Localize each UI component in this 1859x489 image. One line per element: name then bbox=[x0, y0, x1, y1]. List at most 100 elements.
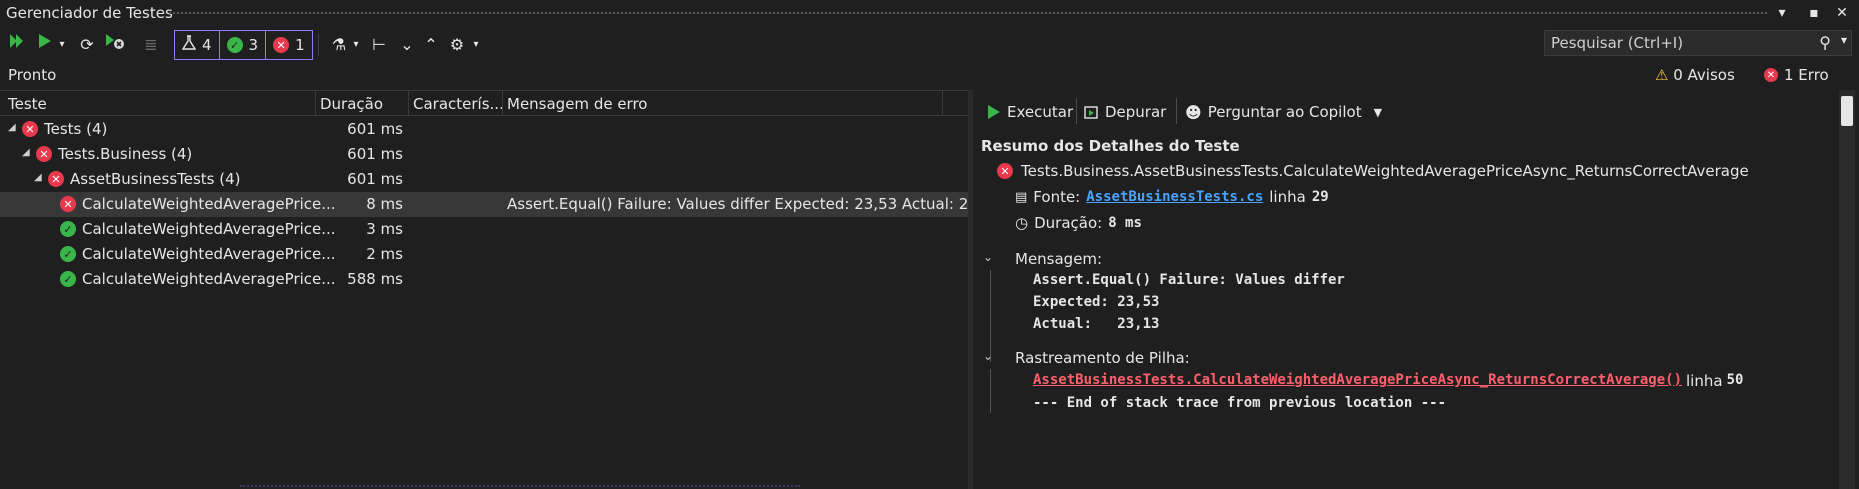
column-duration[interactable]: Duração bbox=[320, 95, 383, 113]
hierarchy-icon[interactable]: ⊢ bbox=[368, 32, 390, 58]
toolbar: ▾ ⟳ ≣ 4 ✓ 3 ✕ 1 ⚗ ▾ ⊢ ⌄ ⌃ ⚙ ▾ Pesquisar … bbox=[0, 28, 1859, 62]
stack-frame: AssetBusinessTests.CalculateWeightedAver… bbox=[1033, 372, 1744, 390]
message-label: Mensagem: bbox=[1015, 250, 1103, 268]
debug-icon bbox=[1084, 106, 1098, 119]
error-icon: ✕ bbox=[22, 121, 38, 137]
test-name: Tests (4) bbox=[44, 120, 108, 138]
test-counts: 4 ✓ 3 ✕ 1 bbox=[174, 30, 313, 60]
test-duration: 3 ms bbox=[366, 220, 403, 238]
test-full-name-row: ✕ Tests.Business.AssetBusinessTests.Calc… bbox=[997, 162, 1749, 180]
collapse-message-icon[interactable]: ⌄ bbox=[983, 250, 993, 264]
failed-tests-filter[interactable]: ✕ 1 bbox=[265, 31, 312, 59]
source-file-link[interactable]: AssetBusinessTests.cs bbox=[1086, 189, 1263, 205]
stack-method-link[interactable]: AssetBusinessTests.CalculateWeightedAver… bbox=[1033, 372, 1682, 390]
settings-dropdown-icon[interactable]: ▾ bbox=[470, 32, 482, 58]
run-icon[interactable] bbox=[34, 32, 56, 58]
message-line: Expected: 23,53 bbox=[1033, 294, 1160, 310]
table-row[interactable]: ✕ CalculateWeightedAveragePrice... 8 ms Ass… bbox=[0, 192, 1002, 217]
maximize-button[interactable]: ▪ bbox=[1803, 3, 1825, 23]
table-row[interactable]: ◢ ✕ Tests (4) 601 ms bbox=[0, 117, 968, 142]
status-text: Pronto bbox=[8, 66, 57, 84]
test-duration: 2 ms bbox=[366, 245, 403, 263]
errors-filter[interactable]: ✕ 1 Erro bbox=[1764, 66, 1829, 84]
test-detail-panel: Executar Depurar ☻ Perguntar ao Copilot … bbox=[973, 90, 1859, 489]
repeat-run-icon[interactable]: ⟳ bbox=[76, 32, 98, 58]
check-icon: ✓ bbox=[226, 37, 243, 53]
run-button[interactable]: Executar bbox=[987, 100, 1073, 124]
check-icon: ✓ bbox=[60, 271, 76, 287]
column-traits[interactable]: Caracterís... bbox=[413, 95, 504, 113]
stack-trace-label: Rastreamento de Pilha: bbox=[1015, 349, 1190, 367]
run-all-icon[interactable] bbox=[6, 32, 28, 58]
flask-icon bbox=[181, 35, 197, 55]
title-bar: Gerenciador de Testes ▾ ▪ ✕ bbox=[0, 0, 1859, 26]
test-name: AssetBusinessTests (4) bbox=[70, 170, 241, 188]
test-name: CalculateWeightedAveragePrice... bbox=[82, 270, 336, 288]
search-options-icon[interactable]: ▾ bbox=[1841, 33, 1847, 47]
test-duration: 588 ms bbox=[347, 270, 403, 288]
search-icon[interactable]: ⚲ bbox=[1819, 33, 1831, 52]
table-row[interactable]: ◢ ✕ Tests.Business (4) 601 ms bbox=[0, 142, 968, 167]
ask-copilot-button[interactable]: ☻ Perguntar ao Copilot ▼ bbox=[1185, 100, 1382, 124]
copilot-icon: ☻ bbox=[1185, 102, 1202, 122]
playlist-icon[interactable]: ≣ bbox=[140, 32, 162, 58]
error-icon: ✕ bbox=[48, 171, 64, 187]
window-title: Gerenciador de Testes bbox=[6, 4, 173, 22]
test-name: Tests.Business (4) bbox=[58, 145, 193, 163]
table-row[interactable]: ✓ CalculateWeightedAveragePrice... 588 ms bbox=[0, 267, 968, 292]
error-message: Assert.Equal() Failure: Values differ Ex… bbox=[507, 195, 1002, 213]
passed-tests-filter[interactable]: ✓ 3 bbox=[218, 31, 266, 59]
test-name: CalculateWeightedAveragePrice... bbox=[82, 220, 336, 238]
message-line: Actual: 23,13 bbox=[1033, 316, 1160, 332]
stack-end-text: --- End of stack trace from previous loc… bbox=[1033, 395, 1447, 411]
test-full-name: Tests.Business.AssetBusinessTests.Calcul… bbox=[1021, 162, 1749, 180]
collapse-all-icon[interactable]: ⌃ bbox=[420, 32, 442, 58]
table-row[interactable]: ✓ CalculateWeightedAveragePrice... 2 ms bbox=[0, 242, 968, 267]
cancel-run-icon[interactable] bbox=[104, 32, 126, 58]
expand-toggle-icon[interactable]: ◢ bbox=[22, 147, 30, 158]
window-menu-button[interactable]: ▾ bbox=[1771, 3, 1793, 23]
chevron-down-icon: ▼ bbox=[1373, 105, 1383, 119]
warnings-filter[interactable]: ⚠ 0 Avisos bbox=[1655, 66, 1735, 84]
column-test[interactable]: Teste bbox=[8, 95, 47, 113]
settings-icon[interactable]: ⚙ bbox=[446, 32, 468, 58]
source-line-number: 29 bbox=[1311, 189, 1329, 205]
test-duration: 601 ms bbox=[347, 120, 403, 138]
test-duration: 601 ms bbox=[347, 170, 403, 188]
run-dropdown-icon[interactable]: ▾ bbox=[56, 32, 68, 58]
column-error-message[interactable]: Mensagem de erro bbox=[507, 95, 647, 113]
summary-title: Resumo dos Detalhes do Teste bbox=[981, 137, 1240, 155]
status-bar: Pronto ⚠ 0 Avisos ✕ 1 Erro bbox=[0, 62, 1859, 90]
search-box[interactable]: Pesquisar (Ctrl+I) ⚲ ▾ bbox=[1544, 30, 1852, 56]
close-button[interactable]: ✕ bbox=[1831, 3, 1853, 23]
error-icon: ✕ bbox=[997, 163, 1013, 179]
check-icon: ✓ bbox=[60, 221, 76, 237]
clock-icon: ◷ bbox=[1015, 214, 1029, 232]
error-icon: ✕ bbox=[273, 37, 290, 53]
expand-all-icon[interactable]: ⌄ bbox=[396, 32, 418, 58]
warning-icon: ⚠ bbox=[1655, 66, 1669, 84]
table-row[interactable]: ◢ ✕ AssetBusinessTests (4) 601 ms bbox=[0, 167, 968, 192]
error-icon: ✕ bbox=[60, 196, 76, 212]
collapse-stack-icon[interactable]: ⌄ bbox=[983, 349, 993, 363]
failed-count: 1 bbox=[295, 36, 305, 54]
total-tests-filter[interactable]: 4 bbox=[175, 31, 219, 59]
expand-toggle-icon[interactable]: ◢ bbox=[34, 172, 42, 183]
duration-row: ◷ Duração: 8 ms bbox=[1015, 214, 1142, 232]
scrollbar[interactable] bbox=[1839, 90, 1855, 489]
column-header: Teste Duração Caracterís... Mensagem de … bbox=[0, 90, 968, 116]
passed-count: 3 bbox=[248, 36, 259, 54]
grouping-icon[interactable]: ⚗ bbox=[328, 32, 350, 58]
duration-value: 8 ms bbox=[1108, 215, 1142, 231]
grouping-dropdown-icon[interactable]: ▾ bbox=[350, 32, 362, 58]
drag-grip[interactable] bbox=[168, 11, 1767, 16]
search-input[interactable]: Pesquisar (Ctrl+I) bbox=[1551, 34, 1683, 52]
scrollbar-thumb[interactable] bbox=[1841, 96, 1853, 126]
table-row[interactable]: ✓ CalculateWeightedAveragePrice... 3 ms bbox=[0, 217, 968, 242]
expand-toggle-icon[interactable]: ◢ bbox=[8, 122, 16, 133]
total-count: 4 bbox=[202, 36, 212, 54]
source-row: ▤ Fonte: AssetBusinessTests.cs linha 29 bbox=[1015, 188, 1329, 206]
debug-button[interactable]: Depurar bbox=[1083, 100, 1166, 124]
error-icon: ✕ bbox=[1764, 68, 1778, 82]
test-name: CalculateWeightedAveragePrice... bbox=[82, 195, 336, 213]
